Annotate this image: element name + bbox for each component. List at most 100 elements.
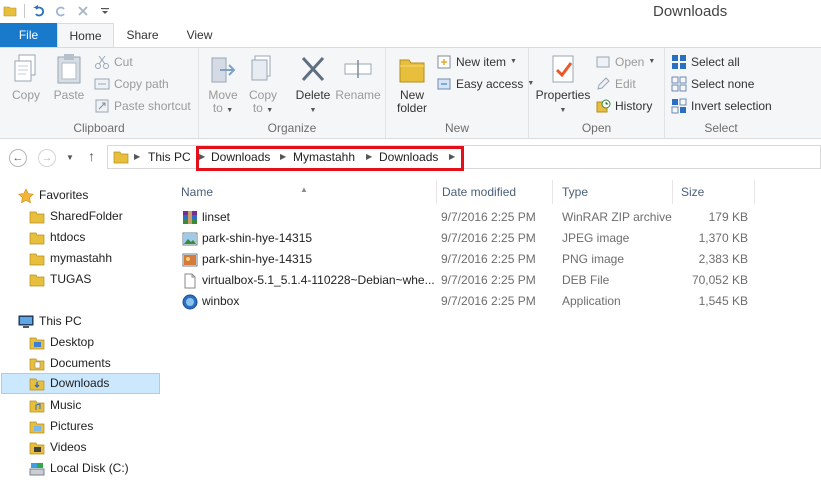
- folder-icon[interactable]: [2, 3, 18, 19]
- edit-label: Edit: [615, 77, 636, 91]
- delete-icon: [297, 52, 329, 86]
- music-folder-icon: [29, 398, 45, 414]
- file-type: JPEG image: [562, 231, 630, 245]
- select-group-label: Select: [704, 121, 738, 135]
- copy-label: Copy: [11, 88, 40, 102]
- paste-shortcut-button[interactable]: Paste shortcut: [94, 96, 191, 116]
- computer-icon: [18, 314, 34, 330]
- downloads-folder-icon: [29, 376, 45, 392]
- history-label: History: [615, 99, 653, 113]
- nav-item-label: htdocs: [50, 230, 86, 244]
- nav-item-tugas[interactable]: TUGAS: [29, 269, 189, 290]
- cut-button[interactable]: Cut: [94, 52, 133, 72]
- rename-button[interactable]: Rename: [335, 52, 381, 102]
- new-item-button[interactable]: New item ▼: [436, 52, 517, 72]
- winrar-icon: [182, 210, 198, 226]
- rename-icon: [342, 52, 374, 86]
- properties-button[interactable]: Properties ▼: [535, 52, 591, 117]
- invert-selection-icon: [671, 98, 687, 114]
- breadcrumb-this-pc[interactable]: This PC: [148, 150, 191, 164]
- move-to-icon: [207, 52, 239, 86]
- redo-icon[interactable]: [53, 3, 69, 19]
- new-folder-button[interactable]: New folder: [394, 52, 430, 115]
- paste-label: Paste: [53, 88, 85, 102]
- forward-button[interactable]: →: [38, 149, 56, 167]
- copy-button[interactable]: Copy: [6, 52, 46, 102]
- easy-access-button[interactable]: Easy access ▼: [436, 74, 534, 94]
- customize-toolbar-icon[interactable]: [97, 3, 113, 19]
- highlight-box: [196, 146, 464, 171]
- jpeg-icon: [182, 231, 198, 247]
- nav-item-local-disk[interactable]: Local Disk (C:): [29, 458, 189, 479]
- copy-to-button[interactable]: Copy to ▼: [243, 52, 283, 117]
- column-header-type-label: Type: [562, 185, 589, 199]
- column-header-date[interactable]: Date modified: [433, 180, 553, 204]
- copy-to-icon: [247, 52, 279, 86]
- nav-this-pc[interactable]: This PC: [18, 311, 178, 332]
- open-group: Properties ▼ Open ▼ Edit History Open: [529, 48, 665, 138]
- properties-label: Properties: [535, 88, 591, 102]
- file-row[interactable]: park-shin-hye-14315 9/7/2016 2:25 PM JPE…: [172, 228, 821, 249]
- nav-item-desktop[interactable]: Desktop: [29, 332, 189, 353]
- history-button[interactable]: History: [595, 96, 652, 116]
- select-none-button[interactable]: Select none: [671, 74, 754, 94]
- cut-label: Cut: [114, 55, 133, 69]
- paste-button[interactable]: Paste: [49, 52, 89, 102]
- nav-item-htdocs[interactable]: htdocs: [29, 227, 189, 248]
- folder-icon: [29, 209, 45, 225]
- open-group-label: Open: [581, 121, 612, 135]
- easy-access-icon: [436, 76, 452, 92]
- file-row[interactable]: linset 9/7/2016 2:25 PM WinRAR ZIP archi…: [172, 207, 821, 228]
- open-button[interactable]: Open ▼: [595, 52, 655, 72]
- properties-icon: [547, 52, 579, 86]
- copy-to-label-2: to: [252, 101, 263, 115]
- clipboard-group: Copy Paste Cut Copy path Paste shortcut …: [0, 48, 199, 138]
- back-button[interactable]: ←: [9, 149, 27, 167]
- file-row[interactable]: park-shin-hye-14315 9/7/2016 2:25 PM PNG…: [172, 249, 821, 270]
- up-button[interactable]: ↑: [88, 148, 95, 164]
- nav-item-mymastahh[interactable]: mymastahh: [29, 248, 189, 269]
- tab-file[interactable]: File: [0, 23, 57, 47]
- copy-path-button[interactable]: Copy path: [94, 74, 169, 94]
- nav-item-sharedfolder[interactable]: SharedFolder: [29, 206, 189, 227]
- file-name: winbox: [202, 294, 240, 308]
- column-header-name[interactable]: Name ▲: [172, 180, 437, 204]
- delete-button[interactable]: Delete ▼: [293, 52, 333, 117]
- move-to-button[interactable]: Move to ▼: [203, 52, 243, 117]
- delete-x-icon[interactable]: [75, 3, 91, 19]
- file-row[interactable]: winbox 9/7/2016 2:25 PM Application 1,54…: [172, 291, 821, 312]
- breadcrumb-separator[interactable]: ▶: [134, 152, 140, 161]
- png-icon: [182, 252, 198, 268]
- edit-button[interactable]: Edit: [595, 74, 636, 94]
- recent-locations-dropdown[interactable]: ▼: [66, 153, 74, 162]
- nav-item-videos[interactable]: Videos: [29, 437, 189, 458]
- new-group: New folder New item ▼ Easy access ▼ New: [386, 48, 534, 138]
- column-header-type[interactable]: Type: [553, 180, 673, 204]
- file-row[interactable]: virtualbox-5.1_5.1.4-110228~Debian~whe..…: [172, 270, 821, 291]
- nav-item-music[interactable]: Music: [29, 395, 189, 416]
- nav-item-documents[interactable]: Documents: [29, 353, 189, 374]
- new-group-label: New: [444, 121, 469, 135]
- file-type: DEB File: [562, 273, 610, 287]
- file-type: PNG image: [562, 252, 625, 266]
- nav-item-pictures[interactable]: Pictures: [29, 416, 189, 437]
- invert-selection-button[interactable]: Invert selection: [671, 96, 772, 116]
- forward-arrow-icon: →: [41, 152, 53, 164]
- tab-home[interactable]: Home: [57, 23, 114, 48]
- file-size: 179 KB: [708, 210, 748, 224]
- history-icon: [595, 98, 611, 114]
- nav-item-label: SharedFolder: [50, 209, 123, 223]
- nav-favorites[interactable]: Favorites: [18, 185, 178, 206]
- undo-icon[interactable]: [31, 3, 47, 19]
- tab-share[interactable]: Share: [114, 23, 171, 47]
- paste-icon: [53, 52, 85, 86]
- nav-item-downloads[interactable]: Downloads: [1, 373, 160, 394]
- file-size: 70,052 KB: [691, 273, 748, 287]
- nav-item-label: Local Disk (C:): [50, 461, 129, 475]
- back-arrow-icon: ←: [12, 152, 24, 164]
- tab-view[interactable]: View: [171, 23, 228, 47]
- select-all-button[interactable]: Select all: [671, 52, 740, 72]
- edit-icon: [595, 76, 611, 92]
- column-header-size[interactable]: Size: [672, 180, 755, 204]
- open-label: Open: [615, 55, 645, 69]
